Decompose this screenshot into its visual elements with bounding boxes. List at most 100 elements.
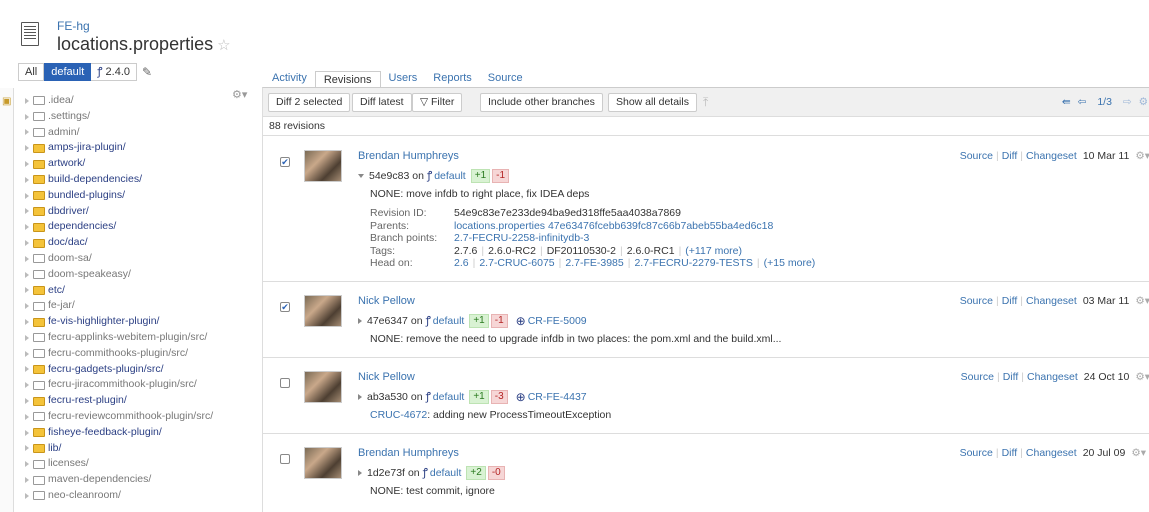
expand-icon[interactable] [25,255,29,262]
source-link[interactable]: Source [961,371,994,383]
tree-item[interactable]: doom-speakeasy/ [25,267,255,283]
expand-icon[interactable] [25,461,29,468]
expand-icon[interactable] [25,224,29,231]
gear-icon[interactable]: ⚙▾ [1135,295,1149,307]
tag-item[interactable]: 2.6.0-RC1 [627,245,675,258]
expand-icon[interactable] [25,319,29,326]
expand-icon[interactable] [25,303,29,310]
diff-selected-button[interactable]: Diff 2 selected [268,93,351,112]
filter-button[interactable]: ▽ Filter [412,93,463,112]
tree-item[interactable]: bundled-plugins/ [25,188,255,204]
expand-icon[interactable] [358,317,362,324]
review-link[interactable]: CR-FE-4437 [528,391,587,403]
revision-hash[interactable]: 54e9c83 [369,170,409,182]
prev-page-icon[interactable]: ⇦ [1078,96,1087,108]
tab-activity[interactable]: Activity [264,70,315,88]
expand-icon[interactable] [25,129,29,136]
branch-link[interactable]: default [433,315,465,327]
tag-item[interactable]: 2.7.6 [454,245,477,258]
source-link[interactable]: Source [960,447,993,459]
revision-checkbox[interactable]: ✔ [280,157,290,167]
tree-item[interactable]: fecru-reviewcommithook-plugin/src/ [25,409,255,425]
last-page-icon[interactable]: ⚙ [1139,96,1148,108]
author-link[interactable]: Nick Pellow [358,295,415,307]
repository-link[interactable]: FE-hg [57,19,90,33]
expand-icon[interactable] [25,429,29,436]
review-link[interactable]: CR-FE-5009 [528,315,587,327]
more-tags-link[interactable]: (+117 more) [685,245,742,258]
tree-toggle-icon[interactable]: ▣ [2,96,11,107]
source-link[interactable]: Source [960,150,993,162]
head-branch-link[interactable]: 2.7-FE-3985 [565,257,623,270]
tree-item[interactable]: fecru-jiracommithook-plugin/src/ [25,377,255,393]
all-branches-button[interactable]: All [18,63,45,81]
tab-users[interactable]: Users [381,70,426,88]
tree-item[interactable]: fecru-rest-plugin/ [25,393,255,409]
revision-checkbox[interactable] [280,378,290,388]
tree-item[interactable]: licenses/ [25,456,255,472]
branch-link[interactable]: default [430,467,462,479]
expand-icon[interactable] [25,287,29,294]
tree-item[interactable]: dependencies/ [25,219,255,235]
author-link[interactable]: Brendan Humphreys [358,447,459,459]
gear-icon[interactable]: ⚙▾ [1131,447,1146,459]
tree-item[interactable]: fecru-gadgets-plugin/src/ [25,362,255,378]
tree-item[interactable]: maven-dependencies/ [25,472,255,488]
expand-icon[interactable] [25,492,29,499]
changeset-link[interactable]: Changeset [1026,447,1077,459]
pencil-icon[interactable]: ✎ [142,65,152,79]
expand-icon[interactable] [358,469,362,476]
tree-item[interactable]: etc/ [25,283,255,299]
star-icon[interactable]: ☆ [217,37,230,54]
gear-icon[interactable]: ⚙▾ [1135,150,1149,162]
tree-item[interactable]: fecru-commithooks-plugin/src/ [25,346,255,362]
source-link[interactable]: Source [960,295,993,307]
diff-link[interactable]: Diff [1003,371,1019,383]
issue-link[interactable]: CRUC-4672 [370,409,427,421]
expand-icon[interactable] [25,334,29,341]
collapse-icon[interactable] [358,173,364,178]
expand-icon[interactable] [25,413,29,420]
parent-link[interactable]: locations.properties 47e63476fcebb639fc8… [454,220,773,233]
head-branch-link[interactable]: 2.7-FECRU-2279-TESTS [634,257,752,270]
tag-button[interactable]: ꝭ 2.4.0 [91,63,138,81]
author-link[interactable]: Nick Pellow [358,371,415,383]
tree-item[interactable]: build-dependencies/ [25,172,255,188]
tree-item[interactable]: .settings/ [25,109,255,125]
tree-item[interactable]: fe-vis-highlighter-plugin/ [25,314,255,330]
diff-link[interactable]: Diff [1002,447,1018,459]
tree-item[interactable]: fecru-applinks-webitem-plugin/src/ [25,330,255,346]
tree-item[interactable]: fe-jar/ [25,298,255,314]
revision-hash[interactable]: 47e6347 [367,315,408,327]
gear-icon[interactable]: ⚙▾ [1135,371,1149,383]
revision-checkbox[interactable] [280,454,290,464]
changeset-link[interactable]: Changeset [1026,150,1077,162]
tree-item[interactable]: artwork/ [25,156,255,172]
next-page-icon[interactable]: ⇨ [1123,96,1132,108]
default-branch-button[interactable]: default [44,63,92,81]
head-branch-link[interactable]: 2.7-CRUC-6075 [479,257,554,270]
expand-icon[interactable] [25,366,29,373]
tree-item[interactable]: neo-cleanroom/ [25,488,255,504]
expand-icon[interactable] [25,192,29,199]
changeset-link[interactable]: Changeset [1026,295,1077,307]
revision-checkbox[interactable]: ✔ [280,302,290,312]
show-all-details-button[interactable]: Show all details [608,93,697,112]
expand-icon[interactable] [25,445,29,452]
tree-item[interactable]: doom-sa/ [25,251,255,267]
expand-icon[interactable] [25,97,29,104]
expand-icon[interactable] [25,477,29,484]
branch-link[interactable]: default [433,391,465,403]
branch-point-link[interactable]: 2.7-FECRU-2258-infinitydb-3 [454,232,589,245]
expand-icon[interactable] [25,145,29,152]
revision-hash[interactable]: 1d2e73f [367,467,405,479]
branch-link[interactable]: default [434,170,466,182]
changeset-link[interactable]: Changeset [1027,371,1078,383]
include-other-branches-button[interactable]: Include other branches [480,93,603,112]
expand-icon[interactable] [25,398,29,405]
expand-icon[interactable] [25,161,29,168]
expand-icon[interactable] [25,208,29,215]
more-heads-link[interactable]: (+15 more) [764,257,816,270]
tree-item[interactable]: fisheye-feedback-plugin/ [25,425,255,441]
first-page-icon[interactable]: ⇚ [1062,96,1071,108]
